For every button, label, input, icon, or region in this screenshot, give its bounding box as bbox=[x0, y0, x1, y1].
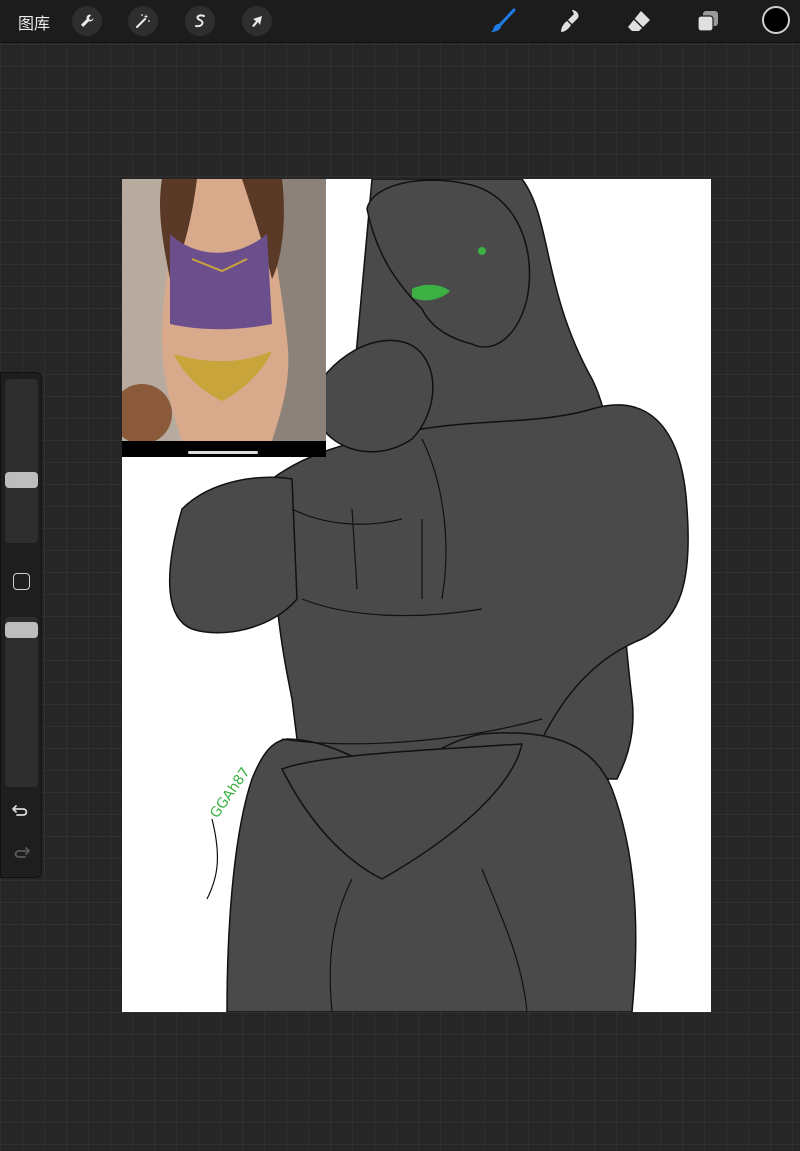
reference-window[interactable] bbox=[122, 179, 326, 457]
magic-wand-icon bbox=[136, 14, 150, 28]
actions-button[interactable] bbox=[72, 6, 102, 36]
modify-button[interactable] bbox=[13, 573, 30, 590]
top-toolbar: 图库 bbox=[0, 0, 800, 43]
left-sidebar bbox=[0, 372, 42, 878]
selection-icon bbox=[195, 14, 205, 28]
smudge-icon[interactable] bbox=[558, 8, 584, 34]
gallery-button[interactable]: 图库 bbox=[18, 10, 50, 34]
redo-icon[interactable] bbox=[11, 843, 31, 863]
brush-icon[interactable] bbox=[490, 8, 516, 34]
brush-size-thumb[interactable] bbox=[5, 472, 38, 488]
arrow-cursor-icon bbox=[252, 16, 262, 27]
opacity-thumb[interactable] bbox=[5, 622, 38, 638]
color-picker-button[interactable] bbox=[762, 6, 790, 34]
wrench-icon bbox=[81, 14, 94, 27]
opacity-slider[interactable] bbox=[5, 617, 38, 787]
adjustments-button[interactable] bbox=[128, 6, 158, 36]
transform-button[interactable] bbox=[242, 6, 272, 36]
undo-icon[interactable] bbox=[11, 801, 31, 821]
reference-photo bbox=[122, 179, 326, 441]
reference-window-handle[interactable] bbox=[188, 451, 258, 454]
selection-button[interactable] bbox=[185, 6, 215, 36]
brush-size-slider[interactable] bbox=[5, 379, 38, 543]
layers-icon[interactable] bbox=[695, 8, 721, 34]
eraser-icon[interactable] bbox=[626, 8, 652, 34]
